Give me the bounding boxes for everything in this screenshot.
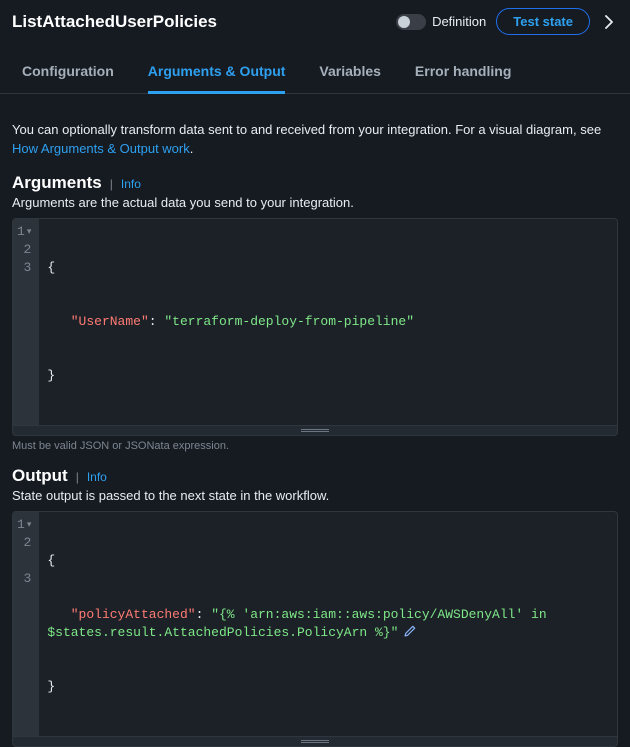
arguments-resize-handle[interactable] — [12, 426, 618, 436]
divider: | — [76, 470, 79, 484]
fold-icon[interactable]: ▾ — [27, 521, 32, 530]
arguments-code[interactable]: { "UserName": "terraform-deploy-from-pip… — [39, 219, 617, 425]
definition-toggle-label: Definition — [432, 14, 486, 29]
gutter: 1▾ 2 3 — [13, 219, 39, 425]
output-heading: Output — [12, 466, 68, 486]
output-resize-handle[interactable] — [12, 737, 618, 747]
output-code[interactable]: { "policyAttached": "{% 'arn:aws:iam::aw… — [39, 512, 617, 736]
test-state-button[interactable]: Test state — [496, 8, 590, 35]
chevron-right-icon — [605, 15, 613, 29]
arguments-description: Arguments are the actual data you send t… — [12, 195, 618, 210]
page-title: ListAttachedUserPolicies — [12, 12, 386, 32]
divider: | — [110, 177, 113, 191]
tab-variables[interactable]: Variables — [319, 53, 381, 94]
jsonata-edit-icon[interactable] — [402, 624, 417, 639]
tab-bar: Configuration Arguments & Output Variabl… — [0, 41, 630, 94]
gutter: 1▾ 2 3 — [13, 512, 39, 736]
intro-body: You can optionally transform data sent t… — [12, 122, 601, 137]
toggle-track — [396, 14, 426, 30]
tab-error-handling[interactable]: Error handling — [415, 53, 511, 94]
output-description: State output is passed to the next state… — [12, 488, 618, 503]
output-code-editor[interactable]: 1▾ 2 3 { "policyAttached": "{% 'arn:aws:… — [12, 511, 618, 737]
output-info-link[interactable]: Info — [87, 470, 107, 484]
intro-text: You can optionally transform data sent t… — [12, 121, 618, 159]
arguments-hint: Must be valid JSON or JSONata expression… — [12, 440, 618, 452]
fold-icon[interactable]: ▾ — [27, 228, 32, 237]
arguments-heading: Arguments — [12, 173, 102, 193]
intro-period: . — [190, 141, 194, 156]
tab-arguments-output[interactable]: Arguments & Output — [148, 53, 286, 94]
tab-configuration[interactable]: Configuration — [22, 53, 114, 94]
definition-toggle[interactable]: Definition — [396, 14, 486, 30]
arguments-info-link[interactable]: Info — [121, 177, 141, 191]
intro-link[interactable]: How Arguments & Output work — [12, 141, 190, 156]
arguments-code-editor[interactable]: 1▾ 2 3 { "UserName": "terraform-deploy-f… — [12, 218, 618, 426]
collapse-panel-button[interactable] — [600, 13, 618, 31]
